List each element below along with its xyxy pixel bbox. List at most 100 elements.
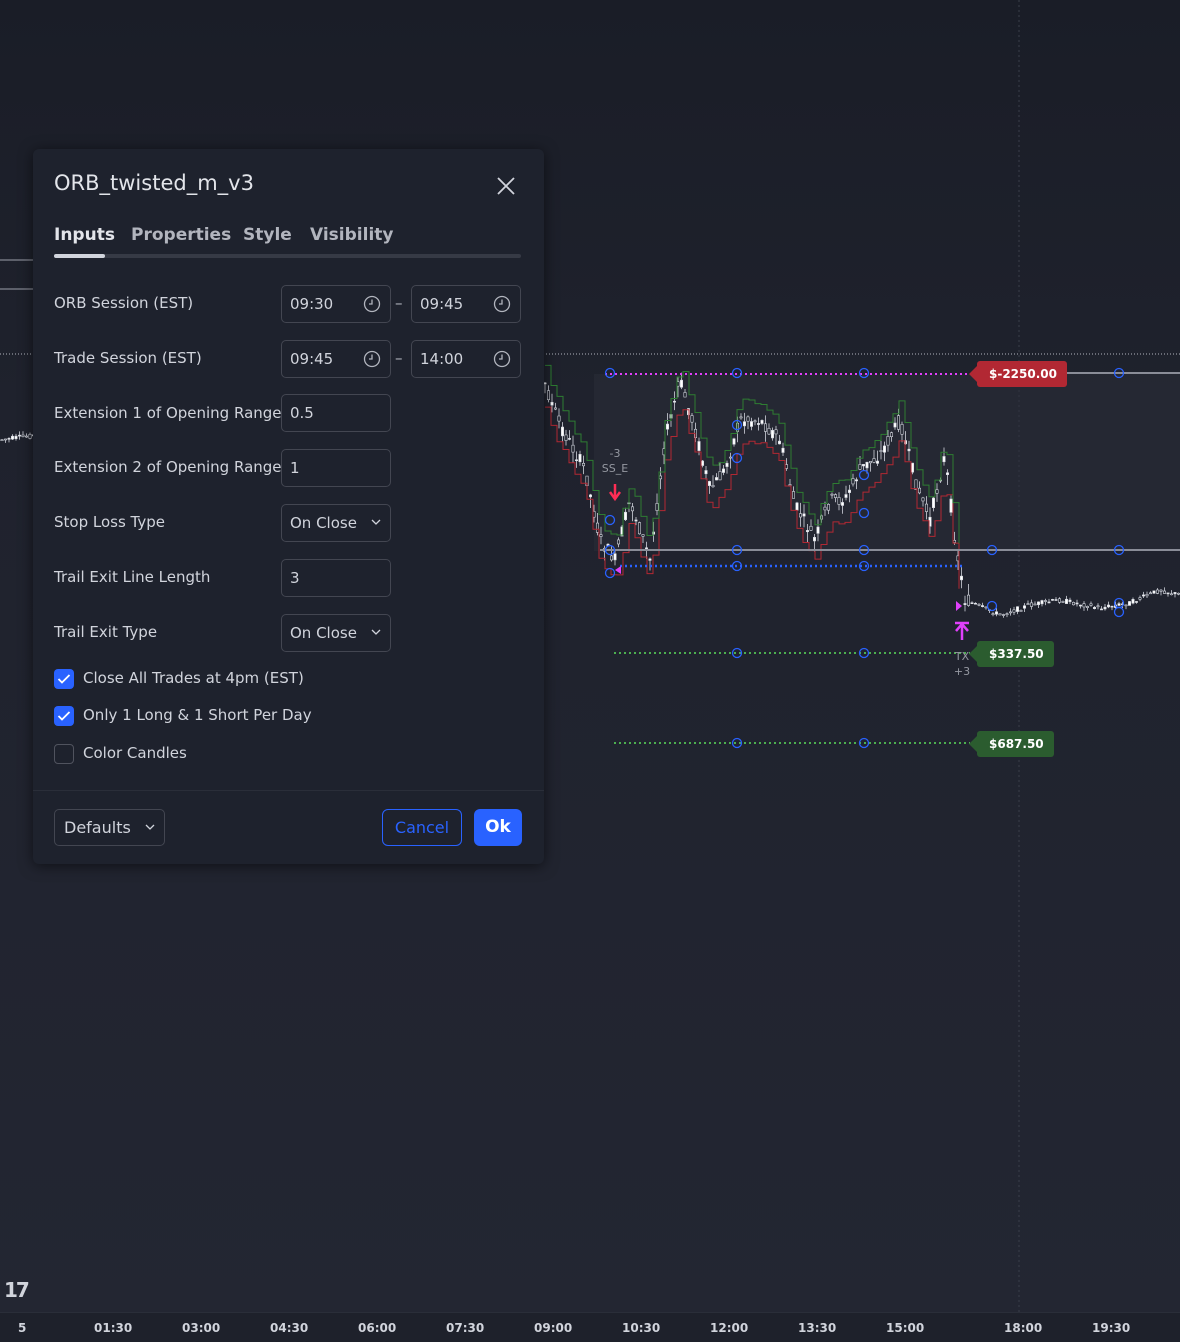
time-axis[interactable]: 5 01:30 03:00 04:30 06:00 07:30 09:00 10… [0, 1312, 1180, 1342]
orb-session-end-field[interactable]: 09:45 [411, 285, 521, 323]
candle-body [0, 439, 4, 441]
one-long-short-checkbox[interactable] [54, 706, 74, 726]
candle-body [1166, 592, 1170, 595]
clock-icon[interactable] [363, 350, 381, 368]
candle-body [1044, 600, 1048, 602]
candle-body [1015, 606, 1019, 612]
exit-pointer-icon [956, 601, 962, 611]
trail-exit-length-label: Trail Exit Line Length [54, 568, 211, 586]
candle-body [865, 461, 869, 469]
candle-body [1117, 603, 1121, 606]
candle-body [1173, 592, 1177, 595]
cancel-button[interactable]: Cancel [382, 809, 462, 846]
candle-body [1152, 590, 1156, 594]
stop-loss-type-label: Stop Loss Type [54, 513, 165, 531]
trade-session-end-value: 14:00 [420, 350, 464, 368]
orb-session-start-field[interactable]: 09:30 [281, 285, 391, 323]
candle-body [721, 468, 725, 473]
candle-body [833, 494, 837, 498]
candle-body [854, 479, 858, 482]
candle-body [1054, 599, 1058, 601]
clock-icon[interactable] [493, 295, 511, 313]
ok-button[interactable]: Ok [474, 809, 522, 846]
chevron-down-icon [371, 519, 381, 525]
candle-body [599, 534, 603, 537]
candle-body [1124, 604, 1128, 607]
entry-pointer-icon [615, 566, 621, 574]
time-label: 03:00 [182, 1321, 221, 1335]
candle-body [637, 522, 641, 535]
tab-inputs[interactable]: Inputs [54, 225, 115, 245]
close-button[interactable] [491, 171, 521, 201]
extension-2-input[interactable]: 1 [281, 449, 391, 487]
candle-body [1089, 603, 1093, 606]
exit-arrow-icon [955, 621, 969, 640]
candle-body [634, 519, 638, 522]
candle-body [578, 454, 582, 463]
candle-body [931, 497, 935, 508]
candle-body [1079, 604, 1083, 607]
trade-session-end-field[interactable]: 14:00 [411, 340, 521, 378]
candle-body [882, 445, 886, 453]
candle-body [826, 504, 830, 511]
candle-body [714, 477, 718, 481]
candle-body [1061, 601, 1065, 603]
candle-body [732, 438, 736, 445]
extension-1-input[interactable]: 0.5 [281, 394, 391, 432]
candle-body [1019, 610, 1023, 612]
trail-exit-length-input[interactable]: 3 [281, 559, 391, 597]
candle-body [17, 434, 21, 437]
candle-body [991, 613, 995, 616]
candle-body [837, 497, 841, 505]
candle-body [879, 450, 883, 452]
candle-body [749, 421, 753, 427]
tab-properties[interactable]: Properties [131, 225, 231, 245]
close-all-trades-checkbox[interactable] [54, 669, 74, 689]
candle-body [886, 436, 890, 446]
tab-track [54, 254, 521, 258]
trade-session-start-field[interactable]: 09:45 [281, 340, 391, 378]
trail-exit-type-select[interactable]: On Close [281, 614, 391, 652]
candle-body [980, 605, 984, 607]
candle-body [795, 502, 799, 511]
time-label: 04:30 [270, 1321, 309, 1335]
trade-session-start-value: 09:45 [290, 350, 334, 368]
tab-style[interactable]: Style [243, 225, 292, 245]
candle-body [756, 423, 760, 425]
candle-body [1037, 601, 1041, 606]
target-1-price-tag: $337.50 [969, 641, 1054, 667]
dialog-title: ORB_twisted_m_v3 [54, 171, 254, 195]
defaults-dropdown-button[interactable]: Defaults [54, 809, 165, 846]
clock-icon[interactable] [363, 295, 381, 313]
candle-body [543, 382, 547, 385]
candle-body [648, 558, 652, 561]
clock-icon[interactable] [493, 350, 511, 368]
dialog-tabs: Inputs Properties Style Visibility [54, 223, 521, 259]
footer-divider [33, 790, 544, 791]
candle-body [24, 435, 28, 438]
candle-body [746, 416, 750, 422]
defaults-label: Defaults [64, 818, 131, 837]
tradingview-logo[interactable]: 17 [4, 1278, 30, 1302]
exit-qty: +3 [953, 665, 971, 678]
stop-loss-price-tag: $-2250.00 [969, 361, 1067, 387]
candle-body [21, 434, 25, 437]
candle-body [574, 459, 578, 462]
candle-body [704, 470, 708, 475]
color-candles-checkbox[interactable] [54, 744, 74, 764]
tab-visibility[interactable]: Visibility [310, 225, 394, 245]
candle-body [1051, 599, 1055, 601]
time-label: 07:30 [446, 1321, 485, 1335]
candle-body [1082, 603, 1086, 608]
candle-body [963, 603, 967, 605]
time-label: 12:00 [710, 1321, 749, 1335]
stop-loss-type-select[interactable]: On Close [281, 504, 391, 542]
candle-body [630, 506, 634, 512]
close-icon[interactable] [491, 171, 521, 201]
candle-body [1058, 598, 1062, 603]
orb-session-end-value: 09:45 [420, 295, 464, 313]
candle-body [1177, 592, 1180, 595]
candle-body [711, 485, 715, 488]
candle-body [1022, 605, 1026, 609]
short-entry-label: -3 SS_E [598, 446, 632, 476]
